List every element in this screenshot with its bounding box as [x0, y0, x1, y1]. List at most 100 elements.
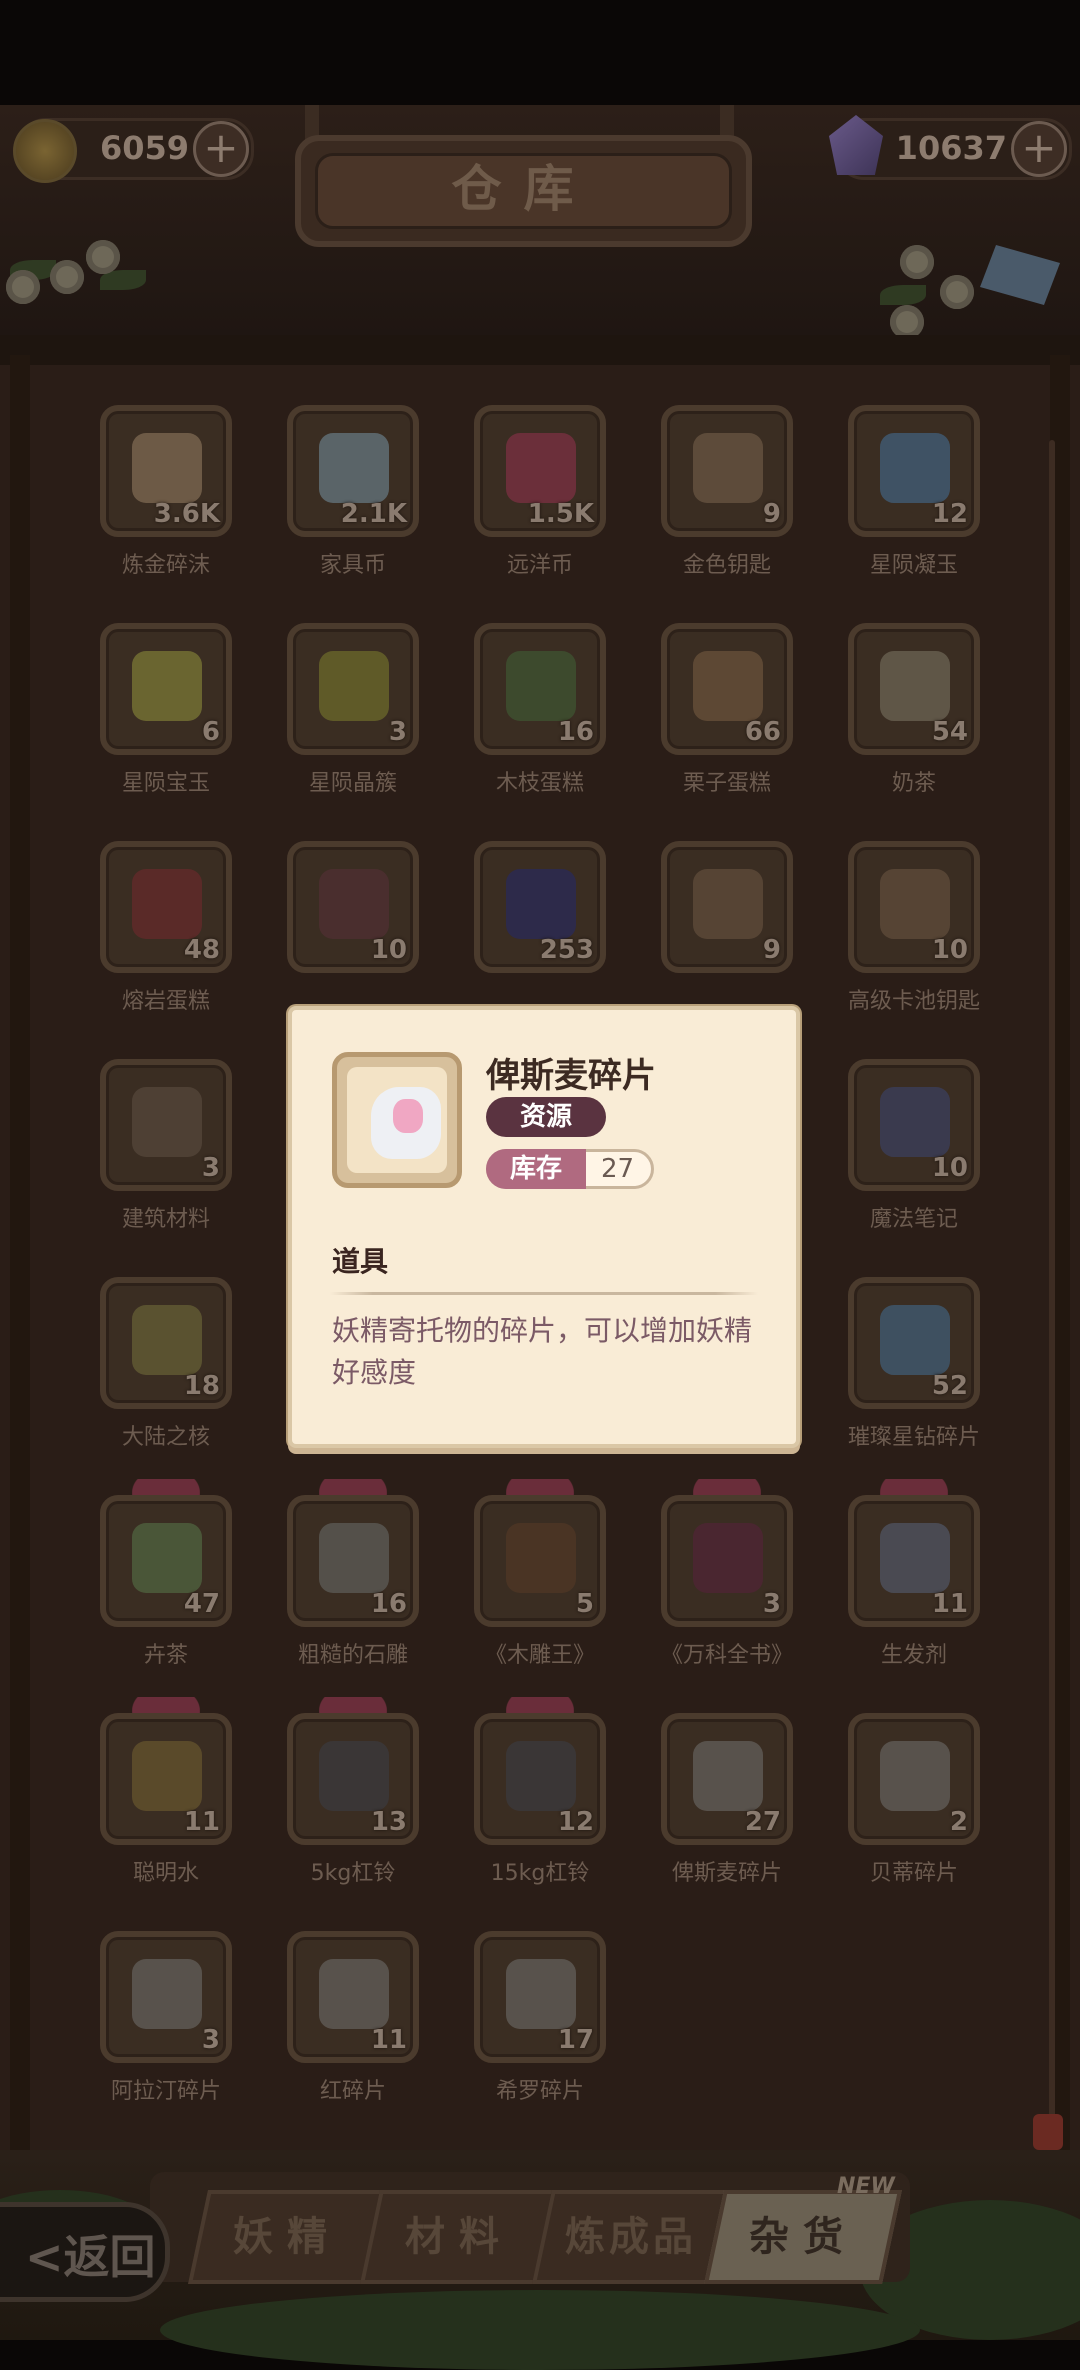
item-slot[interactable]: 6: [100, 623, 232, 755]
item-slot[interactable]: 12: [848, 405, 980, 537]
item-slot[interactable]: 27: [661, 1713, 793, 1845]
dumbbell-icon: [319, 1741, 389, 1811]
inventory-item[interactable]: 2.1K 家具币: [287, 405, 419, 578]
item-slot[interactable]: 16: [474, 623, 606, 755]
inventory-item[interactable]: 13 5kg杠铃: [287, 1697, 419, 1886]
back-button[interactable]: <返回: [0, 2202, 170, 2302]
item-thumbnail: [332, 1052, 462, 1188]
inventory-item[interactable]: 16 木枝蛋糕: [474, 623, 606, 796]
inventory-item[interactable]: 17 希罗碎片: [474, 1931, 606, 2104]
item-count: 3: [762, 1589, 781, 1619]
inventory-item[interactable]: 10 高级卡池钥匙: [848, 841, 980, 1014]
item-count: 12: [931, 499, 968, 529]
item-slot[interactable]: 2.1K: [287, 405, 419, 537]
item-slot[interactable]: 17: [474, 1931, 606, 2063]
item-name: 熔岩蛋糕: [121, 989, 210, 1014]
continent-core-icon: [132, 1305, 202, 1375]
inventory-item[interactable]: 48 熔岩蛋糕: [100, 841, 232, 1014]
tab-crafted[interactable]: 炼成品: [532, 2190, 730, 2284]
item-slot[interactable]: 10: [848, 1059, 980, 1191]
inventory-item[interactable]: 54 奶茶: [848, 623, 980, 796]
item-count: 2.1K: [340, 499, 407, 529]
inventory-item[interactable]: 3.6K 炼金碎沫: [100, 405, 232, 578]
item-count: 1.5K: [527, 499, 594, 529]
inventory-item[interactable]: 3 星陨晶簇: [287, 623, 419, 796]
item-slot[interactable]: 9: [661, 405, 793, 537]
inventory-item[interactable]: 27 俾斯麦碎片: [661, 1713, 793, 1886]
inventory-item[interactable]: 16 粗糙的石雕: [287, 1479, 419, 1668]
item-slot[interactable]: 11: [848, 1495, 980, 1627]
item-name: 卉茶: [143, 1643, 188, 1668]
item-slot[interactable]: 54: [848, 623, 980, 755]
add-gem-button[interactable]: +: [1011, 121, 1067, 177]
betty-shard-icon: [880, 1741, 950, 1811]
inventory-item[interactable]: 9: [661, 841, 793, 1011]
item-slot[interactable]: 13: [287, 1713, 419, 1845]
inventory-item[interactable]: 253: [474, 841, 606, 1011]
inventory-item[interactable]: 2 贝蒂碎片: [848, 1713, 980, 1886]
item-name: 魔法笔记: [869, 1207, 958, 1232]
inventory-item[interactable]: 47 卉茶: [100, 1479, 232, 1668]
inventory-item[interactable]: 12 15kg杠铃: [474, 1697, 606, 1886]
inventory-item[interactable]: 9 金色钥匙: [661, 405, 793, 578]
item-slot[interactable]: 3: [661, 1495, 793, 1627]
tab-misc[interactable]: 杂货: [704, 2190, 902, 2284]
furniture-coin-icon: [319, 433, 389, 503]
inventory-item[interactable]: 12 星陨凝玉: [848, 405, 980, 578]
item-count: 10: [931, 1153, 968, 1183]
inventory-item[interactable]: 18 大陆之核: [100, 1277, 232, 1450]
item-name: 希罗碎片: [495, 2079, 584, 2104]
item-count: 13: [370, 1807, 407, 1837]
stock-indicator: 库存 27: [486, 1149, 654, 1189]
inventory-item[interactable]: 3 阿拉汀碎片: [100, 1931, 232, 2104]
item-slot[interactable]: 47: [100, 1495, 232, 1627]
tab-fairy[interactable]: 妖精: [188, 2190, 386, 2284]
star-crystal-icon: [319, 651, 389, 721]
inventory-item[interactable]: 5 《木雕王》: [474, 1479, 606, 1668]
item-slot[interactable]: 10: [848, 841, 980, 973]
item-slot[interactable]: 11: [287, 1931, 419, 2063]
rock-icon: [132, 433, 202, 503]
item-slot[interactable]: 48: [100, 841, 232, 973]
item-slot[interactable]: 18: [100, 1277, 232, 1409]
item-count: 12: [557, 1807, 594, 1837]
inventory-item[interactable]: 10: [287, 841, 419, 1011]
inventory-item[interactable]: 52 璀璨星钻碎片: [848, 1277, 980, 1450]
inventory-item[interactable]: 10 魔法笔记: [848, 1059, 980, 1232]
inventory-item[interactable]: 3 建筑材料: [100, 1059, 232, 1232]
item-slot[interactable]: 10: [287, 841, 419, 973]
book-brown-icon: [506, 1523, 576, 1593]
item-name: 建筑材料: [121, 1207, 210, 1232]
item-slot[interactable]: 52: [848, 1277, 980, 1409]
gem-currency-bar: 10637 +: [829, 115, 1072, 180]
inventory-item[interactable]: 3 《万科全书》: [661, 1479, 793, 1668]
pool-key-icon: [880, 869, 950, 939]
item-slot[interactable]: 1.5K: [474, 405, 606, 537]
inventory-item[interactable]: 1.5K 远洋币: [474, 405, 606, 578]
item-slot[interactable]: 3: [100, 1931, 232, 2063]
item-slot[interactable]: 9: [661, 841, 793, 973]
inventory-item[interactable]: 11 生发剂: [848, 1479, 980, 1668]
smart-water-icon: [132, 1741, 202, 1811]
item-slot[interactable]: 12: [474, 1713, 606, 1845]
scrollbar[interactable]: [1049, 440, 1055, 2120]
item-slot[interactable]: 16: [287, 1495, 419, 1627]
item-slot[interactable]: 3: [287, 623, 419, 755]
inventory-item[interactable]: 11 红碎片: [287, 1931, 419, 2104]
item-name: 远洋币: [506, 553, 573, 578]
flower-decoration-right: [880, 225, 1060, 339]
item-count: 6: [201, 717, 220, 747]
item-slot[interactable]: 253: [474, 841, 606, 973]
add-gold-button[interactable]: +: [193, 121, 249, 177]
item-slot[interactable]: 11: [100, 1713, 232, 1845]
inventory-item[interactable]: 11 聪明水: [100, 1697, 232, 1886]
item-slot[interactable]: 66: [661, 623, 793, 755]
tab-materials[interactable]: 材料: [360, 2190, 558, 2284]
inventory-item[interactable]: 66 栗子蛋糕: [661, 623, 793, 796]
item-slot[interactable]: 3: [100, 1059, 232, 1191]
item-slot[interactable]: 3.6K: [100, 405, 232, 537]
item-slot[interactable]: 2: [848, 1713, 980, 1845]
inventory-item[interactable]: 6 星陨宝玉: [100, 623, 232, 796]
item-name: 奶茶: [891, 771, 936, 796]
item-slot[interactable]: 5: [474, 1495, 606, 1627]
